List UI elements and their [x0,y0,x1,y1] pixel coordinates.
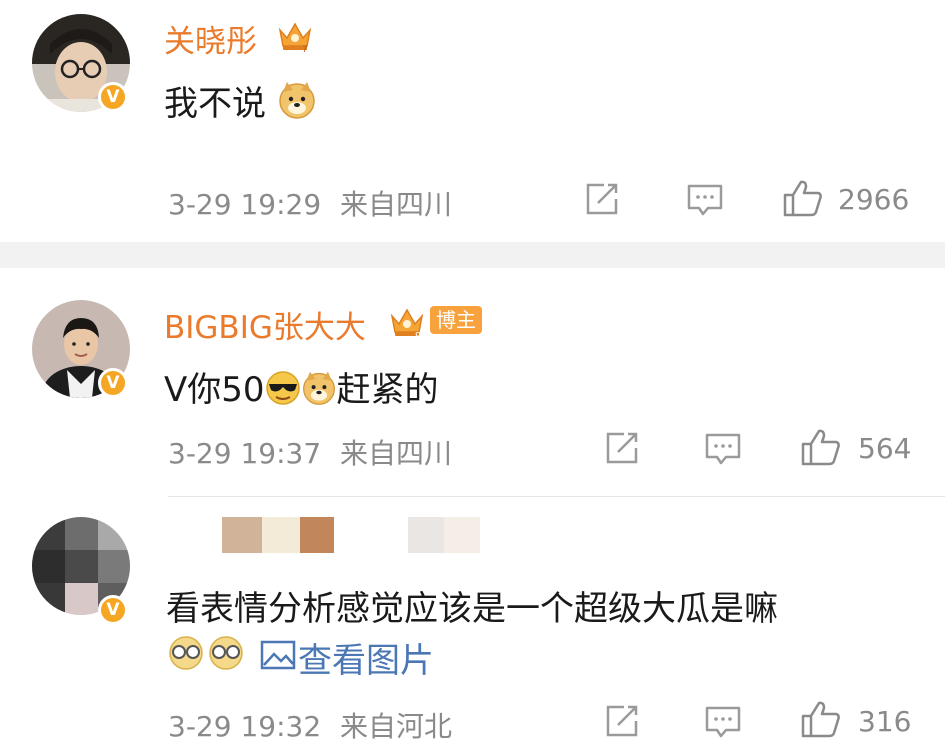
comment-extras [166,635,246,675]
comment-meta: 3-29 19:37 来自四川 [168,432,452,472]
section-divider [0,242,945,268]
comment-icon[interactable] [704,431,742,467]
like-icon[interactable] [800,699,842,739]
comment-location: 来自河北 [340,710,453,743]
comment-1: V 关晓彤 7 我不说 3-29 19:29 来自四川 2966 [0,0,945,240]
username-redacted [222,517,482,557]
share-icon[interactable] [604,703,642,739]
glasses-emoji [169,636,243,670]
username[interactable]: 关晓彤 [164,16,257,61]
image-icon[interactable] [260,639,296,671]
comment-time: 3-29 19:29 [168,188,322,221]
view-image-link[interactable]: 查看图片 [298,633,434,682]
comment-time: 3-29 19:32 [168,710,322,743]
verified-v-icon: V [98,595,128,625]
comment-text-suffix: 赶紧的 [336,370,439,410]
comment-text-value: 我不说 [164,84,266,124]
blogger-tag: 博主 [430,306,482,334]
comment-text: 我不说 [164,76,317,125]
share-icon[interactable] [584,181,622,217]
comment-icon[interactable] [704,704,742,740]
crown-icon: 9 [390,308,424,340]
like-count: 2966 [838,183,910,216]
comment-text-prefix: V你50 [164,370,265,410]
like-count: 316 [858,705,912,738]
comment-3: V 看表情分析感觉应该是一个超级大瓜是嘛 查看图片 3-29 19:32 来自河… [0,497,945,743]
verified-v-icon: V [98,368,128,398]
like-icon[interactable] [782,178,824,218]
comment-icon[interactable] [686,182,724,218]
svg-text:9: 9 [415,331,421,340]
comment-text: V你50 赶紧的 [164,362,439,411]
comment-time: 3-29 19:37 [168,437,322,470]
crown-icon: 7 [278,22,312,54]
like-count: 564 [858,432,912,465]
comment-location: 来自四川 [340,188,453,221]
username[interactable]: BIGBIG张大大 [164,302,366,347]
like-icon[interactable] [800,427,842,467]
comment-text: 看表情分析感觉应该是一个超级大瓜是嘛 [166,589,778,629]
share-icon[interactable] [604,430,642,466]
comment-location: 来自四川 [340,437,453,470]
comment-meta: 3-29 19:29 来自四川 [168,183,452,223]
comment-2: V BIGBIG张大大 9 博主 V你50 赶紧的 3-29 19:37 来自四… [0,268,945,495]
doge-emoji [302,371,335,405]
verified-v-icon: V [98,82,128,112]
svg-text:7: 7 [302,45,308,54]
doge-emoji [279,82,315,119]
comment-meta: 3-29 19:32 来自河北 [168,705,452,745]
cool-emoji [265,371,300,405]
